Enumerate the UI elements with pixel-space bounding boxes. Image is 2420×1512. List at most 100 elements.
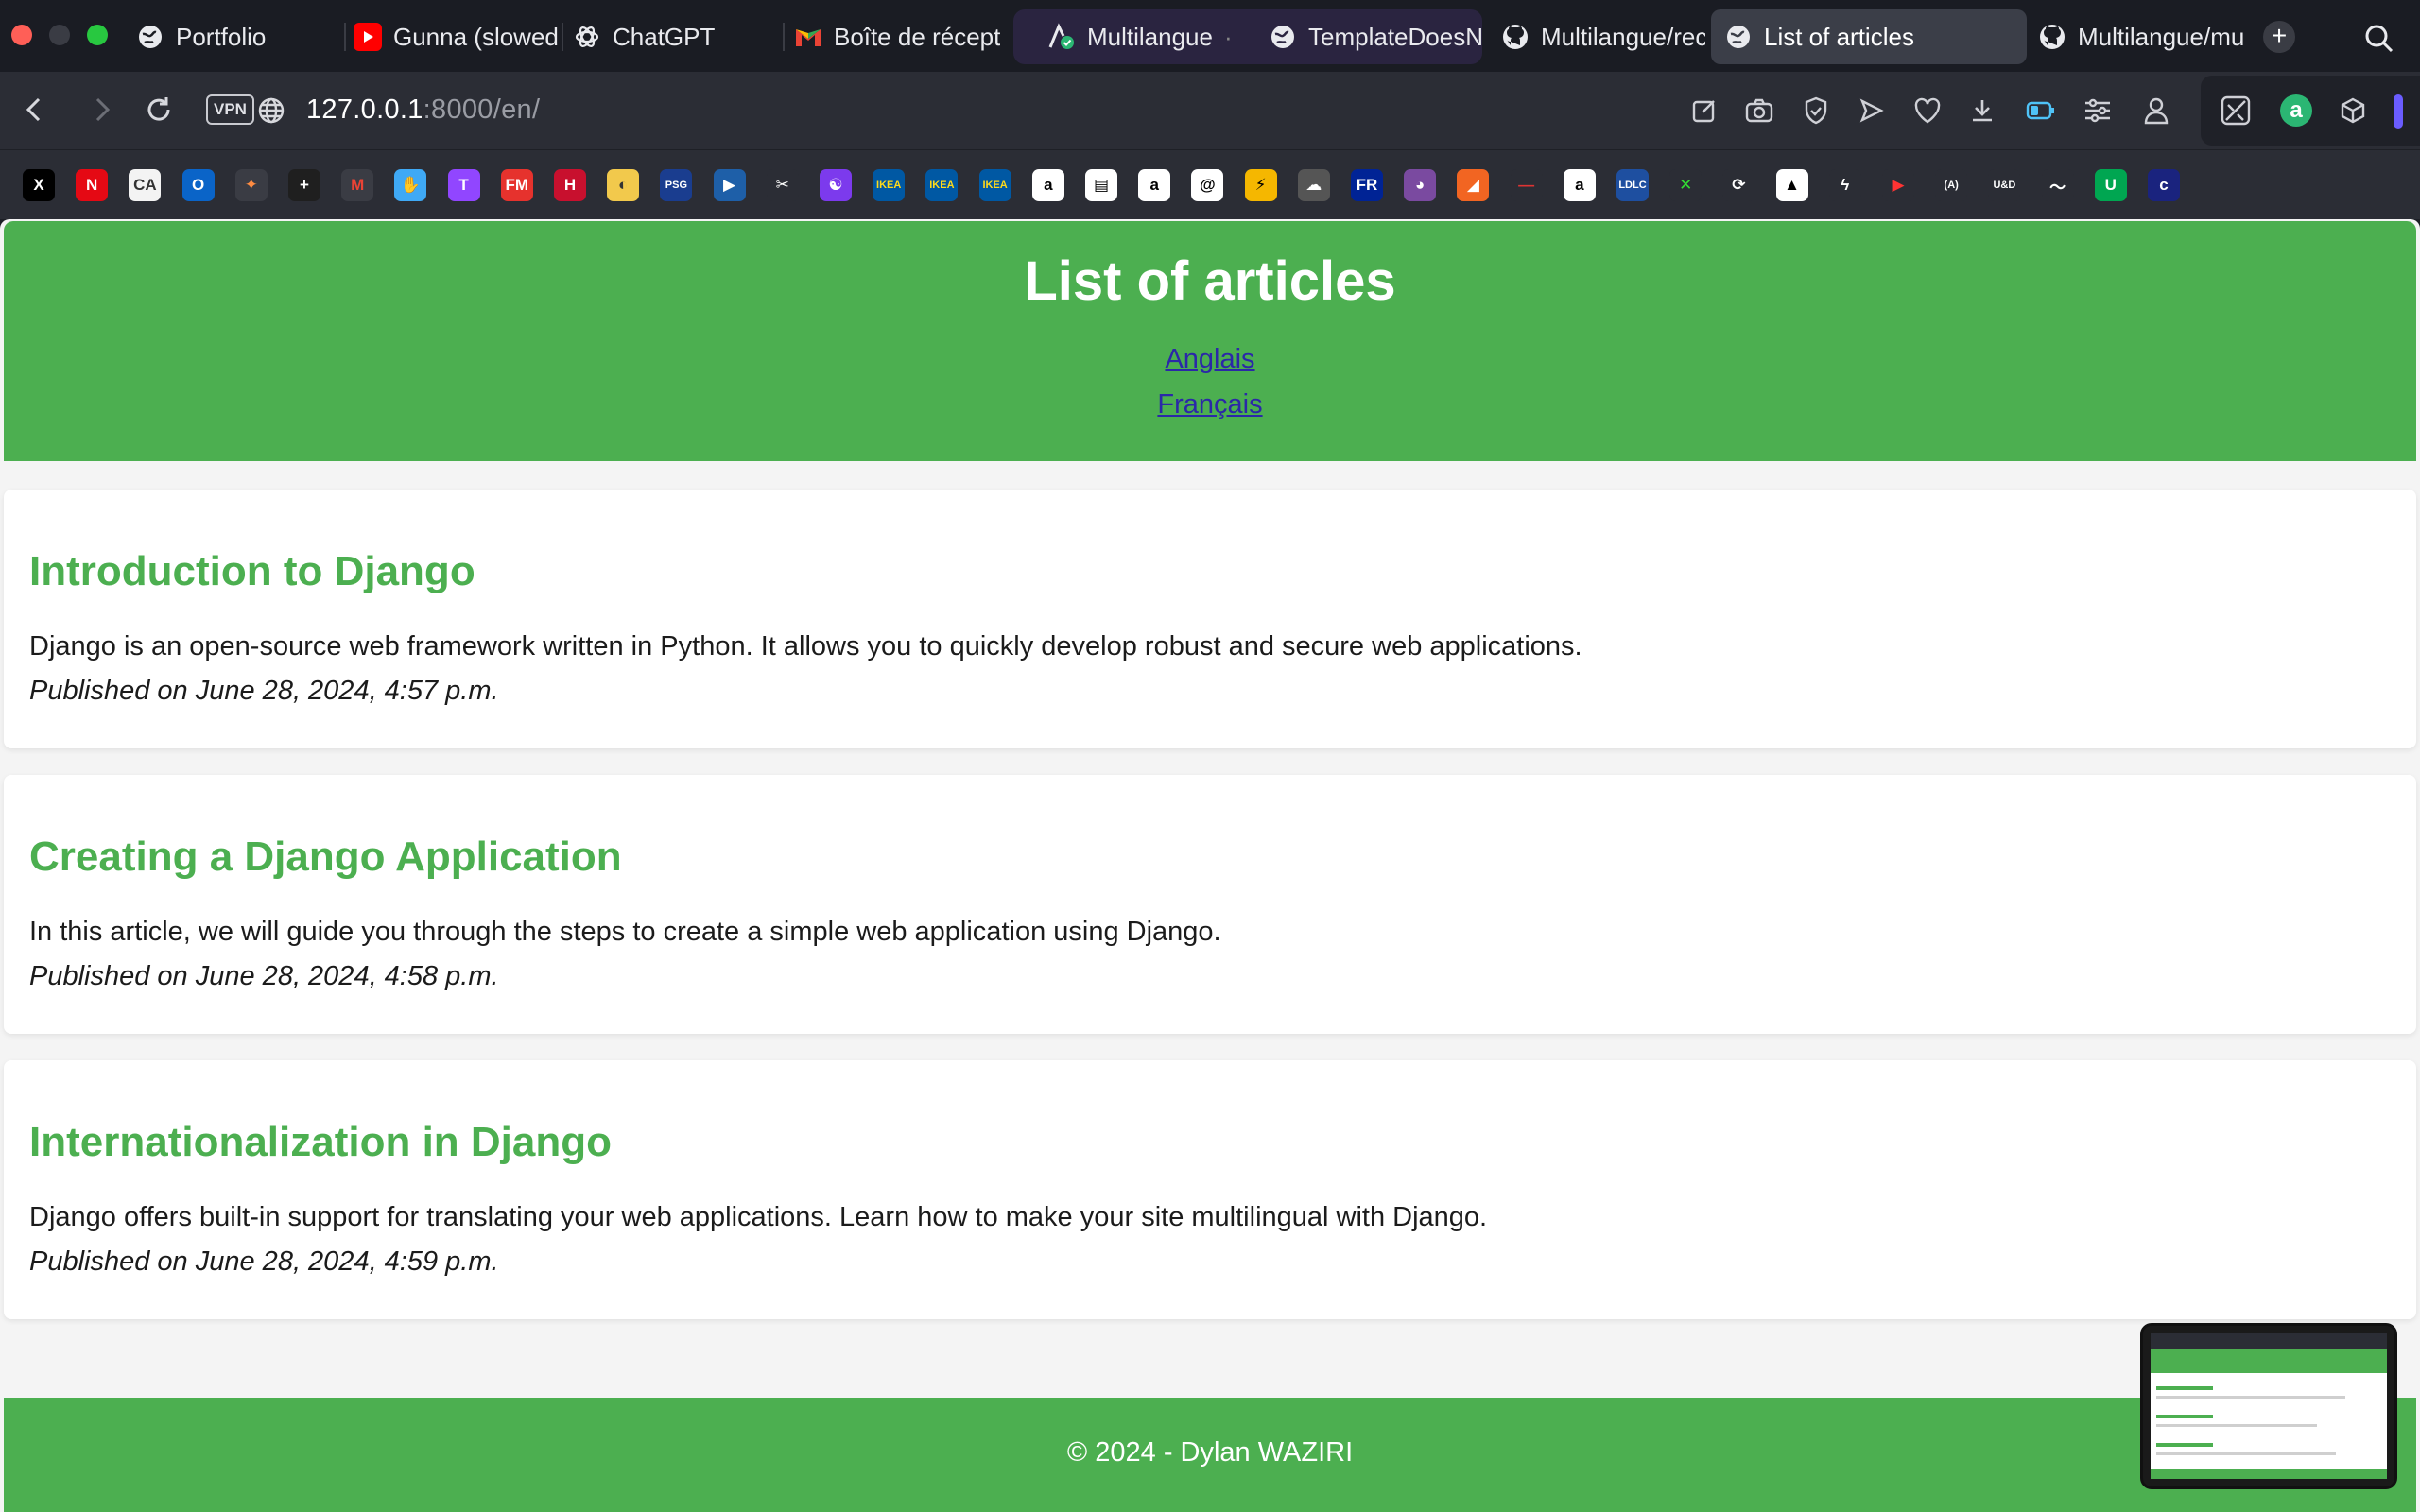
bookmark-icon[interactable]: ▶	[1882, 169, 1914, 201]
heart-icon[interactable]	[1911, 94, 1944, 127]
bookmark-icon[interactable]: ▤	[1085, 169, 1117, 201]
tab-label: Multilangue/rec	[1541, 22, 1705, 51]
site-info-icon[interactable]	[257, 96, 285, 125]
forward-button[interactable]	[83, 91, 121, 129]
bookmark-icon[interactable]: ◢	[1457, 169, 1490, 201]
bookmark-icon[interactable]: LDLC	[1616, 169, 1649, 201]
bookmark-icon[interactable]: T	[447, 169, 480, 201]
shield-icon[interactable]	[1800, 94, 1832, 127]
address-bar[interactable]: VPN 127.0.0.1:8000/en/	[193, 81, 2197, 140]
bookmark-icon[interactable]: @	[1191, 169, 1224, 201]
bookmark-icon[interactable]: ☯	[820, 169, 852, 201]
article-title: Internationalization in Django	[29, 1119, 612, 1165]
bookmark-icon[interactable]: CA	[129, 169, 162, 201]
download-icon[interactable]	[1966, 94, 1998, 127]
bookmark-icon[interactable]: IKEA	[978, 169, 1011, 201]
bookmark-icon[interactable]: a	[1138, 169, 1171, 201]
bookmark-icon[interactable]: —	[1510, 169, 1543, 201]
tab-label: Boîte de récept	[834, 22, 1000, 51]
language-link-french-text[interactable]: Français	[1157, 389, 1262, 420]
tab-search-icon[interactable]	[2363, 23, 2395, 55]
edit-page-icon[interactable]	[1688, 94, 1720, 127]
sidebar-toggle[interactable]	[2394, 94, 2403, 129]
maximize-window-button[interactable]	[87, 25, 108, 45]
bookmark-icon[interactable]: 〜	[2041, 169, 2074, 201]
tab-multilangue[interactable]: Multilangue ·	[1034, 9, 1257, 64]
settings-sliders-icon[interactable]	[2082, 94, 2114, 127]
bookmark-icon[interactable]: X	[23, 169, 55, 201]
battery-saver-icon[interactable]	[2025, 94, 2057, 127]
bookmark-icon[interactable]: ✂	[766, 169, 799, 201]
maps-extension-icon[interactable]	[2220, 94, 2252, 127]
bookmark-icon[interactable]: ◕	[1404, 169, 1437, 201]
tab-gmail[interactable]: Boîte de récept	[781, 9, 1000, 64]
tab-templatedoesnotexist[interactable]: TemplateDoesN	[1255, 9, 1482, 64]
bookmark-icon[interactable]: ⟳	[1722, 169, 1755, 201]
bookmark-icon[interactable]: IKEA	[873, 169, 906, 201]
bookmark-icon[interactable]: ✦	[234, 169, 268, 201]
preview-title-line	[2156, 1443, 2213, 1447]
bookmark-icon[interactable]: ☁	[1297, 169, 1330, 201]
bookmark-icon[interactable]: FM	[500, 169, 533, 201]
preview-header	[2151, 1349, 2387, 1373]
bookmark-icon[interactable]: ▶	[713, 169, 746, 201]
preview-footer	[2151, 1469, 2387, 1479]
minimize-window-button[interactable]	[49, 25, 70, 45]
vpn-badge[interactable]: VPN	[206, 94, 254, 125]
tab-chatgpt[interactable]: ChatGPT	[560, 9, 777, 64]
page-preview-thumbnail[interactable]	[2140, 1323, 2397, 1489]
bookmark-icon[interactable]: U	[2094, 169, 2127, 201]
url-path: :8000/en/	[423, 94, 541, 125]
bookmark-icon[interactable]: ✕	[1669, 169, 1703, 201]
profile-icon[interactable]	[2140, 94, 2172, 127]
tab-youtube[interactable]: Gunna (slowed	[340, 9, 558, 64]
bookmark-icon[interactable]: U&D	[1988, 169, 2021, 201]
language-link-english-text[interactable]: Anglais	[1165, 344, 1254, 374]
site-header: List of articles Anglais Français	[4, 221, 2416, 461]
bookmark-icon[interactable]: a	[1563, 169, 1596, 201]
page-viewport: List of articles Anglais Français Introd…	[0, 219, 2420, 1512]
tab-github-rec[interactable]: Multilangue/rec	[1488, 9, 1705, 64]
bookmark-icon[interactable]: FR	[1351, 169, 1383, 201]
url-text[interactable]: 127.0.0.1:8000/en/	[306, 94, 540, 126]
bookmark-icon[interactable]: +	[288, 169, 320, 201]
preview-text-line	[2156, 1424, 2317, 1427]
back-button[interactable]	[15, 91, 53, 129]
extensions-cube-icon[interactable]	[2337, 94, 2369, 127]
bookmark-icon[interactable]: ◐	[607, 169, 640, 201]
article-summary: In this article, we will guide you throu…	[29, 917, 1221, 947]
bookmark-icon[interactable]: PSG	[660, 169, 693, 201]
close-window-button[interactable]	[11, 25, 32, 45]
reload-button[interactable]	[140, 91, 178, 129]
tab-github-mu[interactable]: Multilangue/mu	[2025, 9, 2248, 64]
send-icon[interactable]	[1855, 94, 1887, 127]
github-icon	[1501, 23, 1530, 51]
tab-list-of-articles[interactable]: List of articles	[1711, 9, 2027, 64]
bookmark-icon[interactable]: M	[341, 169, 374, 201]
bookmark-icon[interactable]: ϟ	[1828, 169, 1861, 201]
navigation-bar: VPN 127.0.0.1:8000/en/ a	[0, 72, 2420, 172]
article-summary: Django offers built-in support for trans…	[29, 1202, 1488, 1232]
bookmark-icon[interactable]: O	[182, 169, 215, 201]
bookmark-icon[interactable]: ⚡	[1244, 169, 1277, 201]
bookmark-icon[interactable]: IKEA	[925, 169, 959, 201]
tab-group-icon	[1047, 23, 1076, 51]
bookmark-icon[interactable]: H	[554, 169, 586, 201]
camera-icon[interactable]	[1743, 94, 1775, 127]
bookmark-icon[interactable]: (A)	[1935, 169, 1968, 201]
tab-separator-dot: ·	[1223, 22, 1233, 51]
new-tab-button[interactable]: +	[2263, 21, 2295, 53]
chatgpt-icon	[573, 23, 601, 51]
bookmark-icon[interactable]: ▲	[1775, 169, 1808, 201]
article-card: Internationalization in Django Django of…	[4, 1060, 2416, 1319]
bookmark-icon[interactable]: N	[76, 169, 109, 201]
globe-icon	[1269, 23, 1297, 51]
amazon-assistant-icon[interactable]: a	[2280, 94, 2312, 127]
preview-content	[2151, 1333, 2387, 1479]
bookmark-icon[interactable]: a	[1031, 169, 1064, 201]
bookmark-icon[interactable]: ✋	[394, 169, 427, 201]
article-title: Introduction to Django	[29, 548, 475, 594]
tab-portfolio[interactable]: Portfolio	[123, 9, 340, 64]
bookmark-icon[interactable]: c	[2148, 169, 2180, 201]
preview-title-line	[2156, 1386, 2213, 1390]
